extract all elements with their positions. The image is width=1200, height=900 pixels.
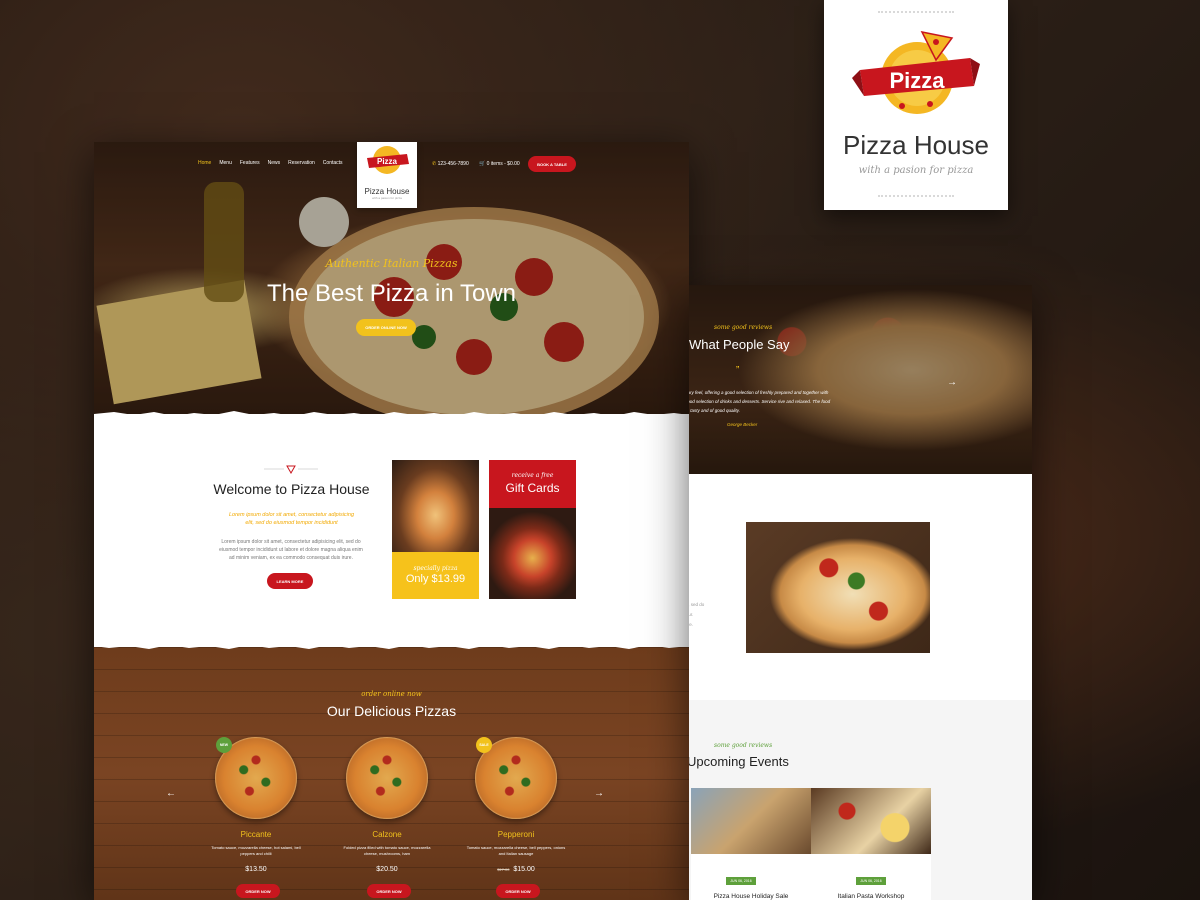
- event-image: [691, 788, 811, 854]
- phone-icon: ✆: [432, 161, 437, 167]
- quote-icon: ”: [736, 365, 740, 376]
- welcome-body: Lorem ipsum dolor sit amet, consectetur …: [219, 539, 363, 561]
- dotted-divider: [878, 195, 954, 197]
- order-online-button[interactable]: ORDER ONLINE NOW: [356, 319, 416, 336]
- svg-text:Pizza: Pizza: [889, 68, 945, 93]
- pizza-old-price: $17.00: [497, 867, 510, 872]
- pizza-price: $20.50: [376, 866, 398, 873]
- order-now-button[interactable]: ORDER NOW: [236, 884, 280, 898]
- main-nav: Home Menu Features News Reservation Cont…: [198, 160, 343, 166]
- special-offer-panel: specially pizza Only $13.99: [392, 552, 479, 599]
- menu-title: Our Delicious Pizzas: [326, 703, 457, 719]
- nav-news[interactable]: News: [268, 160, 281, 166]
- phone-number: ✆ 123-456-7890: [432, 161, 469, 167]
- special-offer-card[interactable]: specially pizza Only $13.99: [392, 460, 479, 599]
- reviews-title: What People Say: [689, 337, 790, 352]
- pizza-image-calzone[interactable]: [346, 737, 428, 819]
- logo-subtitle: with a pasion for pizza: [372, 196, 402, 200]
- nav-contacts[interactable]: Contacts: [323, 160, 343, 166]
- event-date: JUN 06, 2016: [856, 877, 886, 885]
- svg-text:Pizza: Pizza: [377, 157, 398, 166]
- book-table-button[interactable]: BOOK A TABLE: [528, 156, 576, 172]
- special-script: specially pizza: [413, 565, 458, 572]
- special-pizza-image: [392, 460, 479, 552]
- gift-script: receive a free: [511, 472, 554, 479]
- hero-script: Authentic Italian Pizzas: [325, 257, 458, 270]
- pizza-name[interactable]: Piccante: [196, 830, 316, 839]
- pizza-name[interactable]: Calzone: [327, 830, 447, 839]
- about-pizza-image: [746, 522, 930, 653]
- welcome-title: Welcome to Pizza House: [213, 481, 370, 497]
- cart-icon: 🛒: [479, 161, 486, 167]
- events-script: some good reviews: [714, 742, 773, 749]
- pizza-description: Folded pizza filled with tomato sauce, m…: [343, 845, 431, 856]
- torn-edge: [94, 411, 689, 418]
- pizza-price: $13.50: [245, 866, 267, 873]
- order-now-button[interactable]: ORDER NOW: [367, 884, 411, 898]
- pizza-description: Tomato sauce, mozzarella cheese, bell pe…: [466, 845, 566, 856]
- carousel-next-arrow[interactable]: →: [594, 788, 604, 799]
- event-card[interactable]: JUN 06, 2016 Italian Pasta Workshop: [811, 788, 931, 900]
- reviews-overlay: [689, 285, 1032, 474]
- pizza-description: Tomato sauce, mozzarella cheese, hot sal…: [211, 845, 301, 856]
- brand-title: Pizza House: [843, 130, 989, 160]
- hero-title: The Best Pizza in Town: [266, 280, 516, 307]
- pizza-name[interactable]: Pepperoni: [456, 830, 576, 839]
- new-badge: NEW: [216, 737, 232, 753]
- gift-card-promo[interactable]: receive a free Gift Cards: [489, 460, 576, 599]
- pizza-logo-icon: Pizza: [367, 146, 409, 174]
- pizza-brand-logo-icon: Pizza: [852, 30, 980, 114]
- text-fragment: ,, sed do tur. ve.: [689, 602, 705, 627]
- event-name[interactable]: Pizza House Holiday Sale: [691, 893, 811, 900]
- brand-tagline: with a pasion for pizza: [858, 165, 974, 176]
- carousel-prev-arrow[interactable]: ←: [166, 788, 176, 799]
- pizza-price: $15.00: [513, 866, 535, 873]
- event-name[interactable]: Italian Pasta Workshop: [811, 893, 931, 900]
- nav-features[interactable]: Features: [240, 160, 260, 166]
- welcome-intro: Lorem ipsum dolor sit amet, consectetur …: [228, 512, 355, 526]
- event-image: [811, 788, 931, 854]
- site-logo[interactable]: Pizza Pizza House with a pasion for pizz…: [357, 142, 417, 208]
- logo-title: Pizza House: [364, 187, 410, 196]
- event-date: JUN 06, 2016: [726, 877, 756, 885]
- pizza-price-group: $17.00 $15.00: [466, 866, 566, 873]
- review-author: George Becker: [727, 422, 758, 427]
- gift-pizza-image: [489, 508, 576, 599]
- dotted-divider: [878, 11, 954, 13]
- reviews-script: some good reviews: [714, 324, 773, 331]
- welcome-divider: [264, 465, 318, 474]
- nav-menu[interactable]: Menu: [219, 160, 232, 166]
- inner-page-preview: some good reviews What People Say ” pora…: [689, 285, 1032, 900]
- nav-reservation[interactable]: Reservation: [288, 160, 315, 166]
- event-card[interactable]: JUN 06, 2016 Pizza House Holiday Sale: [691, 788, 811, 900]
- special-price: Only $13.99: [405, 573, 466, 585]
- cart-summary[interactable]: 🛒 0 items - $0.00: [479, 161, 520, 167]
- brand-logo-card: Pizza Pizza House with a pasion for pizz…: [824, 0, 1008, 210]
- menu-script: order online now: [361, 690, 422, 698]
- events-title: Upcoming Events: [689, 754, 789, 769]
- homepage-preview: Home Menu Features News Reservation Cont…: [94, 142, 689, 900]
- nav-home[interactable]: Home: [198, 160, 211, 166]
- sale-badge: SALE: [476, 737, 492, 753]
- review-text: porary feel, offering a good selection o…: [689, 390, 831, 413]
- reviews-next-arrow[interactable]: →: [947, 377, 957, 388]
- hero-banner: Home Menu Features News Reservation Cont…: [94, 142, 689, 414]
- torn-edge: [94, 642, 689, 649]
- gift-title: Gift Cards: [505, 481, 560, 495]
- learn-more-button[interactable]: LEARN MORE: [267, 573, 313, 589]
- order-now-button[interactable]: ORDER NOW: [496, 884, 540, 898]
